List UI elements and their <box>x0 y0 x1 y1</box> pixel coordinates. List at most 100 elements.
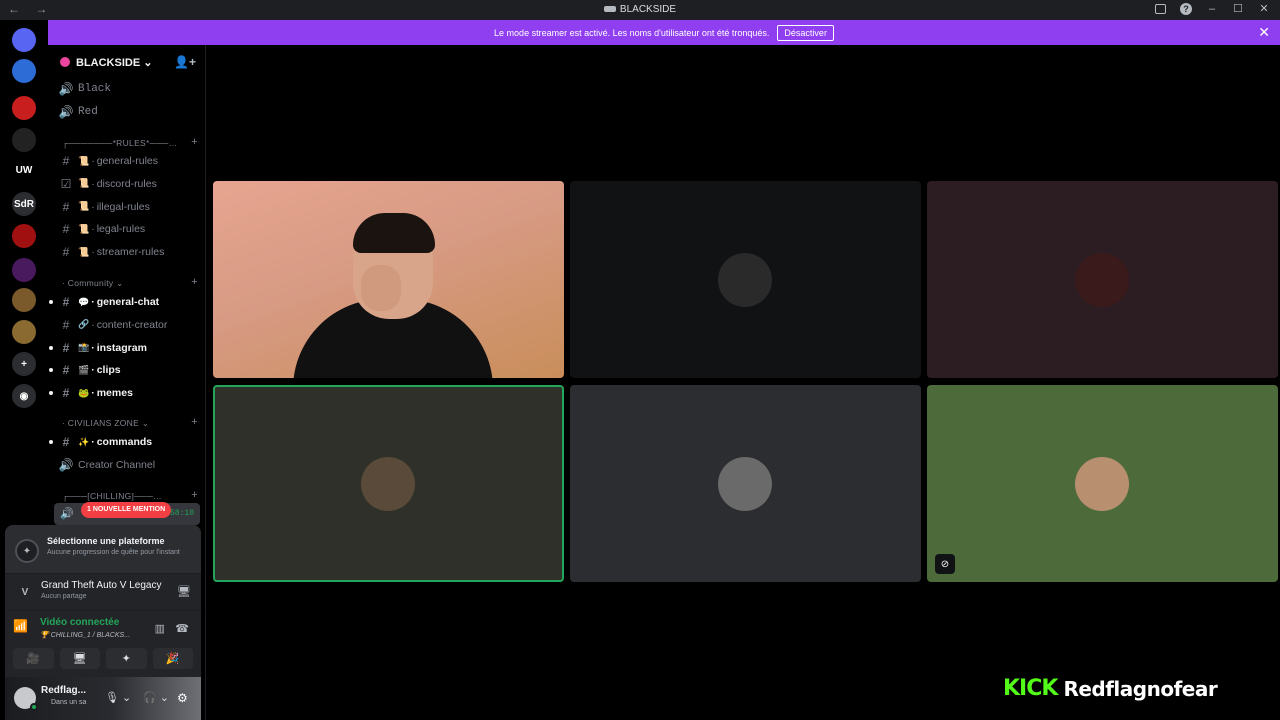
voice-timer: 58:10 <box>169 509 194 518</box>
settings-gear-icon[interactable]: ⚙ <box>177 691 188 705</box>
participant-tile[interactable]: ⊘ <box>927 385 1278 582</box>
new-mention-pill[interactable]: 1 NOUVELLE MENTION <box>81 502 172 518</box>
category-label: ┌───────*RULES*───… <box>62 138 178 148</box>
category-label: · Community ⌄ <box>62 278 124 288</box>
headphones-icon[interactable]: 🎧 ⌄ <box>143 691 169 704</box>
kick-watermark: KICK Redflagnofear <box>1003 676 1218 701</box>
add-channel-icon[interactable]: + <box>191 416 198 428</box>
channel-instagram[interactable]: # 📸 · instagram <box>49 338 198 358</box>
quest-card[interactable]: ✦ Sélectionne une plateforme Aucune prog… <box>5 525 201 573</box>
server-icon[interactable] <box>12 96 36 120</box>
channel-clips[interactable]: # 🎬 · clips <box>49 360 198 380</box>
server-icon[interactable] <box>12 288 36 312</box>
server-icon[interactable] <box>12 258 36 282</box>
avatar <box>361 457 415 511</box>
channel-memes[interactable]: # 🐸 · memes <box>49 383 198 403</box>
video-off-icon: ⊘ <box>935 554 955 574</box>
quest-subtitle: Aucune progression de quête pour l'insta… <box>47 549 180 556</box>
channel-general-rules[interactable]: # 📜 · general-rules <box>58 151 198 171</box>
game-title: Grand Theft Auto V Legacy <box>41 580 162 591</box>
user-status: Dans un sa <box>51 699 87 706</box>
channel-type-icon: # <box>62 199 70 214</box>
channel-type-icon: # <box>62 435 70 449</box>
disable-streamer-button[interactable]: Désactiver <box>777 24 834 41</box>
channel-discord-rules[interactable]: ☑ 📜 · discord-rules <box>58 174 198 194</box>
avatar <box>1075 253 1129 307</box>
discover-icon[interactable]: ◉ <box>12 384 36 408</box>
microphone-icon[interactable]: 🎙 ⌄ <box>105 691 131 704</box>
channel-emoji-icon: ✨ <box>78 436 90 447</box>
server-icon[interactable] <box>12 59 36 83</box>
voice-connection: 📶 Vidéo connectée 🏆 CHILLING_1 / BLACKS.… <box>5 610 201 646</box>
disconnect-icon[interactable]: ☎ <box>175 622 189 635</box>
participant-tile[interactable] <box>213 385 564 582</box>
channel-general-chat[interactable]: # 💬 · general-chat <box>49 292 198 312</box>
maximize-icon[interactable]: ☐ <box>1232 3 1244 15</box>
channel-commands[interactable]: # ✨ · commands <box>49 432 198 452</box>
add-server-icon[interactable]: + <box>12 352 36 376</box>
guild-icon <box>60 57 70 67</box>
add-channel-icon[interactable]: + <box>191 489 198 501</box>
server-icon[interactable] <box>12 224 36 248</box>
channel-label: instagram <box>96 341 147 354</box>
voice-channel-red[interactable]: 🔊 Red <box>58 102 198 122</box>
camera-tile[interactable] <box>213 181 564 378</box>
guild-header[interactable]: BLACKSIDE ⌄ 👤+ <box>48 45 206 79</box>
voice-status[interactable]: Vidéo connectée <box>40 617 119 628</box>
inbox-icon[interactable] <box>1155 4 1166 14</box>
channel-emoji-icon: 📜 <box>78 155 90 166</box>
separator: · <box>91 200 95 213</box>
share-screen-icon[interactable]: 🖥 <box>177 585 191 598</box>
separator: · <box>91 364 95 377</box>
channel-illegal-rules[interactable]: # 📜 · illegal-rules <box>58 197 198 217</box>
separator: · <box>91 318 95 331</box>
minimize-icon[interactable]: – <box>1206 3 1218 15</box>
channel-label: illegal-rules <box>96 200 150 213</box>
participant-tile[interactable] <box>570 385 921 582</box>
category-community[interactable]: · Community ⌄ + <box>62 276 198 289</box>
server-icon[interactable]: UW <box>12 158 36 182</box>
guild-name: BLACKSIDE ⌄ <box>76 56 153 69</box>
banner-close-icon[interactable]: ✕ <box>1258 24 1270 41</box>
channel-label: legal-rules <box>96 223 146 236</box>
discord-icon[interactable] <box>12 28 36 52</box>
username[interactable]: Redflag... <box>41 685 86 696</box>
avatar <box>718 457 772 511</box>
soundboard-button[interactable]: 🎉 <box>152 648 193 669</box>
help-icon[interactable]: ? <box>1180 3 1192 15</box>
noise-suppression-icon[interactable]: ▥ <box>155 622 165 635</box>
category-rules[interactable]: ┌───────*RULES*───… + <box>62 136 198 148</box>
channel-emoji-icon: 🐸 <box>78 387 90 398</box>
category-chilling[interactable]: ┌───[CHILLING]───… + <box>62 489 198 501</box>
channel-content-creator[interactable]: # 🔗 · content-creator <box>58 315 198 335</box>
close-window-icon[interactable]: ✕ <box>1258 3 1270 15</box>
channel-label: Black <box>78 83 112 95</box>
app-logo-icon <box>603 6 616 13</box>
voice-channel-black[interactable]: 🔊 Black <box>58 79 198 99</box>
add-channel-icon[interactable]: + <box>191 136 198 148</box>
avatar[interactable] <box>14 687 38 711</box>
server-icon[interactable]: SdR <box>12 192 36 216</box>
invite-icon[interactable]: 👤+ <box>174 55 196 69</box>
add-channel-icon[interactable]: + <box>191 276 198 288</box>
voice-channel-path[interactable]: 🏆 CHILLING_1 / BLACKS... <box>40 631 130 639</box>
screen-share-button[interactable]: 🖥 <box>59 648 100 669</box>
banner-text: Le mode streamer est activé. Les noms d'… <box>494 27 770 38</box>
camera-toggle-button[interactable]: 🎥 <box>13 648 54 669</box>
participant-tile[interactable] <box>570 181 921 378</box>
channel-emoji-icon: 💬 <box>78 296 90 307</box>
channel-type-icon: # <box>62 245 70 260</box>
channel-legal-rules[interactable]: # 📜 · legal-rules <box>58 219 198 239</box>
user-bar: Redflag... Dans un sa 🎙 ⌄ 🎧 ⌄ ⚙ <box>5 677 201 720</box>
participant-tile[interactable] <box>927 181 1278 378</box>
server-icon[interactable] <box>12 128 36 152</box>
channel-label: commands <box>96 436 153 448</box>
category-civilians[interactable]: · CIVILIANS ZONE ⌄ + <box>62 416 198 429</box>
channel-creator-channel[interactable]: 🔊 Creator Channel <box>58 455 198 475</box>
quest-icon: ✦ <box>15 539 39 563</box>
channel-streamer-rules[interactable]: # 📜 · streamer-rules <box>58 242 198 262</box>
channel-emoji-icon: 📜 <box>78 223 90 234</box>
server-icon[interactable] <box>12 320 36 344</box>
channel-emoji-icon: 📜 <box>78 246 90 257</box>
activities-button[interactable]: ✦ <box>106 648 147 669</box>
